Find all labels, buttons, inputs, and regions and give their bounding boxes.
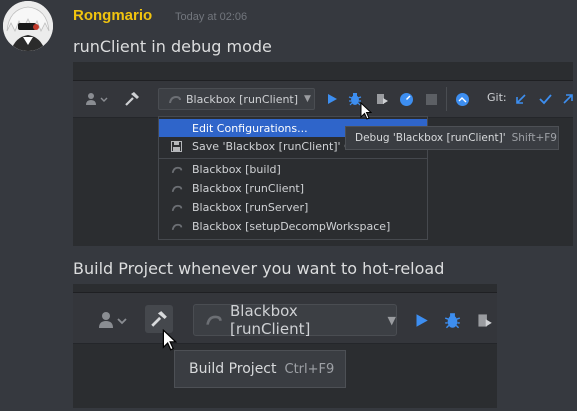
run-configuration-label: Blackbox [runClient]	[230, 302, 311, 338]
profiler-icon[interactable]	[397, 90, 415, 108]
gradle-icon	[169, 96, 181, 103]
menu-item-blackbox-runserver[interactable]: Blackbox [runServer]	[159, 198, 427, 216]
run-configuration-dropdown[interactable]: Blackbox [runClient] ▼	[193, 302, 397, 338]
username[interactable]: Rongmario	[73, 7, 152, 24]
save-icon	[171, 141, 182, 155]
chevron-down-icon: ▼	[387, 313, 396, 327]
message-text-1: runClient in debug mode	[73, 37, 272, 56]
run-icon[interactable]	[411, 310, 431, 330]
avatar[interactable]	[3, 1, 53, 51]
menu-item-label: Save 'Blackbox [runClient]' Co	[192, 139, 359, 153]
gradle-icon	[171, 164, 183, 177]
menu-item-label: Blackbox [build]	[192, 162, 281, 176]
menu-item-label: Blackbox [runClient]	[192, 181, 305, 195]
mouse-cursor-icon	[360, 101, 373, 124]
menu-item-blackbox-runclient[interactable]: Blackbox [runClient]	[159, 179, 427, 197]
hammer-icon	[151, 311, 167, 327]
avatar-image	[3, 1, 53, 51]
run-with-coverage-icon[interactable]	[373, 90, 391, 108]
run-with-coverage-icon[interactable]	[474, 310, 494, 330]
tooltip-shortcut: Ctrl+F9	[284, 361, 335, 377]
ide-title-strip	[73, 284, 497, 293]
menu-item-blackbox-setupdecompworkspace[interactable]: Blackbox [setupDecompWorkspace]	[159, 217, 427, 235]
gradle-icon	[171, 202, 183, 215]
toolbar-divider	[446, 87, 447, 111]
debug-tooltip: Debug 'Blackbox [runClient]' Shift+F9	[345, 126, 559, 150]
run-configuration-dropdown[interactable]: Blackbox [runClient] ▼	[158, 88, 315, 110]
menu-item-label: Blackbox [setupDecompWorkspace]	[192, 219, 391, 233]
ide-title-strip	[73, 62, 573, 81]
menu-item-label: Blackbox [runServer]	[192, 200, 309, 214]
git-label: Git:	[487, 91, 507, 104]
chevron-down-icon: ▼	[304, 94, 311, 104]
menu-item-blackbox-build[interactable]: Blackbox [build]	[159, 160, 427, 178]
user-icon[interactable]	[97, 310, 131, 330]
build-project-tooltip: Build Project Ctrl+F9	[174, 350, 346, 388]
mouse-cursor-icon	[162, 328, 178, 355]
run-configuration-label: Blackbox [runClient]	[186, 92, 299, 106]
run-icon[interactable]	[323, 90, 341, 108]
debug-icon[interactable]	[442, 310, 462, 330]
menu-divider	[159, 158, 427, 159]
gradle-icon	[206, 315, 222, 325]
timestamp: Today at 02:06	[175, 11, 248, 23]
message-text-2: Build Project whenever you want to hot-r…	[73, 259, 445, 278]
git-push-arrow-icon[interactable]	[561, 90, 573, 108]
git-update-arrow-icon[interactable]	[513, 90, 529, 108]
gradle-icon	[171, 221, 183, 234]
git-commit-check-icon[interactable]	[537, 90, 553, 108]
user-icon[interactable]	[85, 90, 111, 108]
vcs-update-icon[interactable]	[453, 90, 471, 108]
hammer-icon[interactable]	[123, 90, 141, 108]
tooltip-shortcut: Shift+F9	[511, 132, 557, 144]
screenshot-debug-menu[interactable]: Blackbox [runClient] ▼ Git: Edit Configu…	[73, 62, 573, 246]
tooltip-text: Debug 'Blackbox [runClient]'	[355, 132, 506, 144]
stop-icon[interactable]	[422, 90, 440, 108]
screenshot-build-project[interactable]: Blackbox [runClient] ▼ Build Project Ctr…	[73, 284, 497, 408]
menu-item-label: Edit Configurations...	[192, 121, 308, 135]
tooltip-text: Build Project	[189, 361, 277, 377]
gradle-icon	[171, 183, 183, 196]
